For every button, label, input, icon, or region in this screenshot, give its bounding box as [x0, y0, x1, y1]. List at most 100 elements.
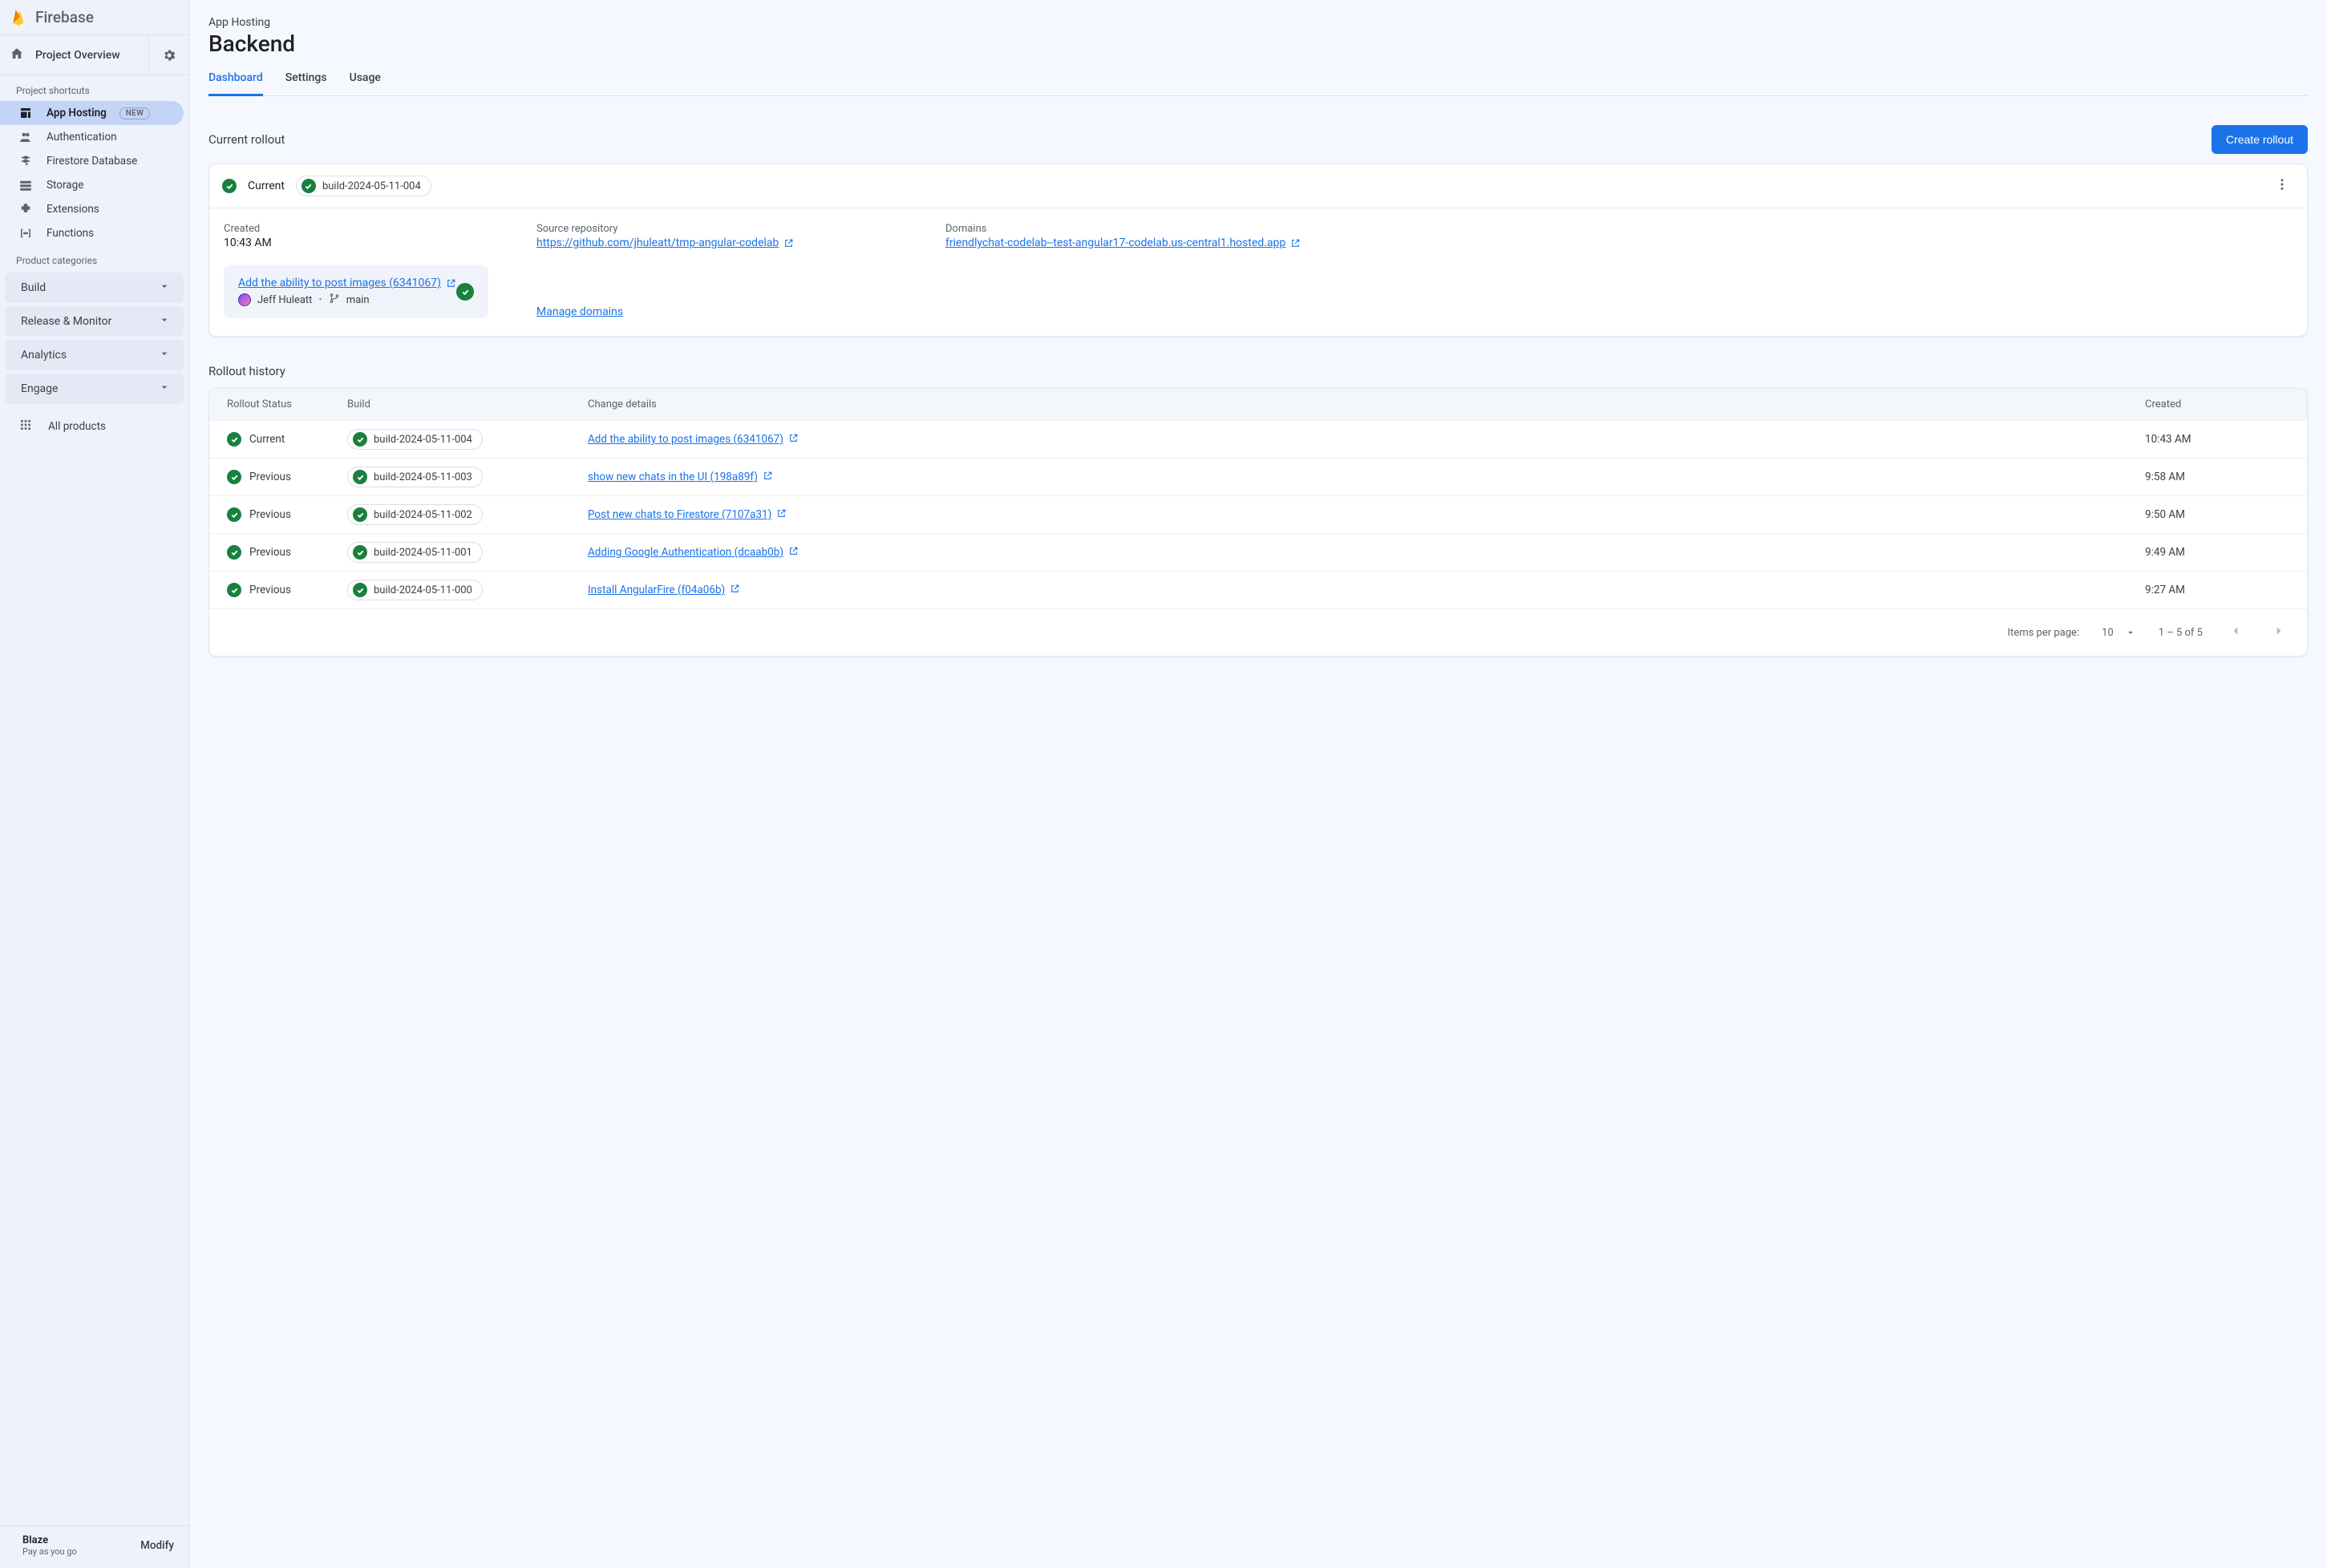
build-chip[interactable]: build-2024-05-11-002 [347, 504, 483, 525]
external-link-icon [776, 508, 787, 522]
functions-icon [18, 226, 34, 240]
row-build: build-2024-05-11-000 [374, 584, 472, 596]
manage-domains-link[interactable]: Manage domains [536, 305, 623, 318]
kebab-icon [2275, 177, 2289, 192]
table-row: Current build-2024-05-11-004 Add the abili… [209, 420, 2307, 458]
status-success-icon [227, 583, 241, 597]
external-link-icon [1290, 238, 1301, 249]
tab-settings[interactable]: Settings [285, 67, 327, 95]
row-status: Previous [249, 584, 291, 596]
history-table: Rollout Status Build Change details Crea… [208, 388, 2308, 657]
sidebar-item-extensions[interactable]: Extensions [0, 197, 184, 221]
sidebar-item-label: Storage [47, 179, 83, 192]
category-release-monitor[interactable]: Release & Monitor [5, 306, 184, 337]
items-per-page-select[interactable]: 10 [2102, 627, 2136, 639]
row-status: Current [249, 433, 285, 446]
commit-message: Add the ability to post images (6341067) [238, 277, 441, 289]
external-link-icon [783, 238, 794, 249]
change-link[interactable]: show new chats in the UI (198a89f) [588, 471, 773, 484]
sidebar: Firebase Project Overview Project shortc… [0, 0, 189, 1568]
tab-usage[interactable]: Usage [350, 67, 381, 95]
build-chip-label: build-2024-05-11-004 [322, 180, 421, 192]
repo-link[interactable]: https://github.com/jhuleatt/tmp-angular-… [536, 236, 794, 249]
sidebar-item-label: Firestore Database [47, 155, 137, 168]
sidebar-item-firestore[interactable]: Firestore Database [0, 149, 184, 173]
card-menu-button[interactable] [2270, 174, 2294, 198]
build-chip[interactable]: build-2024-05-11-001 [347, 542, 483, 563]
status-success-icon [353, 507, 367, 522]
commit-branch: main [346, 294, 370, 306]
status-success-icon [227, 507, 241, 522]
chevron-left-icon [2228, 624, 2243, 638]
next-page-button[interactable] [2268, 620, 2289, 645]
plan-modify-button[interactable]: Modify [140, 1539, 174, 1552]
change-link[interactable]: Add the ability to post images (6341067) [588, 433, 799, 447]
main: App Hosting Backend Dashboard Settings U… [189, 0, 2327, 1568]
chevron-down-icon [158, 280, 171, 296]
status-success-icon [456, 283, 474, 301]
sidebar-item-storage[interactable]: Storage [0, 173, 184, 197]
apps-grid-icon [19, 418, 32, 434]
change-link[interactable]: Post new chats to Firestore (7107a31) [588, 508, 787, 522]
row-build: build-2024-05-11-001 [374, 547, 472, 559]
domain-link[interactable]: friendlychat-codelab--test-angular17-cod… [945, 236, 1301, 249]
logo-bar[interactable]: Firebase [0, 0, 188, 35]
status-success-icon [353, 545, 367, 560]
items-per-page-value: 10 [2102, 627, 2114, 639]
status-success-icon [353, 583, 367, 597]
row-created: 9:27 AM [2145, 584, 2289, 596]
row-build: build-2024-05-11-002 [374, 509, 472, 521]
change-link[interactable]: Install AngularFire (f04a06b) [588, 584, 740, 597]
gear-icon [162, 48, 176, 63]
settings-gear-button[interactable] [148, 35, 188, 75]
sidebar-item-label: Functions [47, 227, 94, 240]
build-chip[interactable]: build-2024-05-11-004 [296, 176, 431, 196]
table-row: Previous build-2024-05-11-001 Adding Googl… [209, 533, 2307, 571]
sidebar-item-label: Authentication [47, 131, 117, 143]
chevron-down-icon [158, 313, 171, 329]
firebase-wordmark: Firebase [35, 8, 94, 26]
row-change: Post new chats to Firestore (7107a31) [588, 508, 771, 521]
project-overview-link[interactable]: Project Overview [0, 46, 148, 64]
sidebar-item-label: Extensions [47, 203, 99, 216]
category-engage[interactable]: Engage [5, 374, 184, 404]
breadcrumb[interactable]: App Hosting [208, 16, 2308, 29]
page-title: Backend [208, 30, 2308, 57]
build-chip[interactable]: build-2024-05-11-004 [347, 429, 483, 450]
status-success-icon [227, 545, 241, 560]
chevron-down-icon [158, 347, 171, 363]
commit-box: Add the ability to post images (6341067)… [224, 265, 488, 318]
external-link-icon [446, 278, 456, 289]
table-row: Previous build-2024-05-11-000 Install Angu… [209, 571, 2307, 608]
category-analytics[interactable]: Analytics [5, 340, 184, 370]
status-success-icon [301, 179, 316, 193]
sidebar-item-functions[interactable]: Functions [0, 221, 184, 245]
col-status: Rollout Status [227, 398, 347, 410]
project-row: Project Overview [0, 35, 188, 75]
all-products-link[interactable]: All products [0, 406, 188, 439]
chevron-down-icon [158, 381, 171, 397]
build-chip[interactable]: build-2024-05-11-003 [347, 467, 483, 487]
status-success-icon [353, 470, 367, 484]
branch-icon [329, 293, 340, 307]
sidebar-item-authentication[interactable]: Authentication [0, 125, 184, 149]
category-label: Build [21, 281, 46, 294]
prev-page-button[interactable] [2225, 620, 2246, 645]
category-build[interactable]: Build [5, 273, 184, 303]
build-chip[interactable]: build-2024-05-11-000 [347, 580, 483, 600]
external-link-icon [763, 471, 773, 484]
storage-icon [18, 178, 34, 192]
author-avatar [238, 293, 251, 306]
plan-name: Blaze [22, 1534, 77, 1546]
sidebar-item-app-hosting[interactable]: App Hosting NEW [0, 101, 184, 125]
create-rollout-button[interactable]: Create rollout [2212, 125, 2308, 154]
status-success-icon [353, 432, 367, 447]
current-rollout-title: Current rollout [208, 132, 285, 147]
current-rollout-card: Current build-2024-05-11-004 Created 10:… [208, 164, 2308, 337]
change-link[interactable]: Adding Google Authentication (dcaab0b) [588, 546, 799, 560]
commit-link[interactable]: Add the ability to post images (6341067) [238, 277, 456, 289]
new-badge: NEW [119, 107, 150, 119]
tab-dashboard[interactable]: Dashboard [208, 67, 263, 96]
repo-url: https://github.com/jhuleatt/tmp-angular-… [536, 236, 779, 249]
row-status: Previous [249, 546, 291, 559]
